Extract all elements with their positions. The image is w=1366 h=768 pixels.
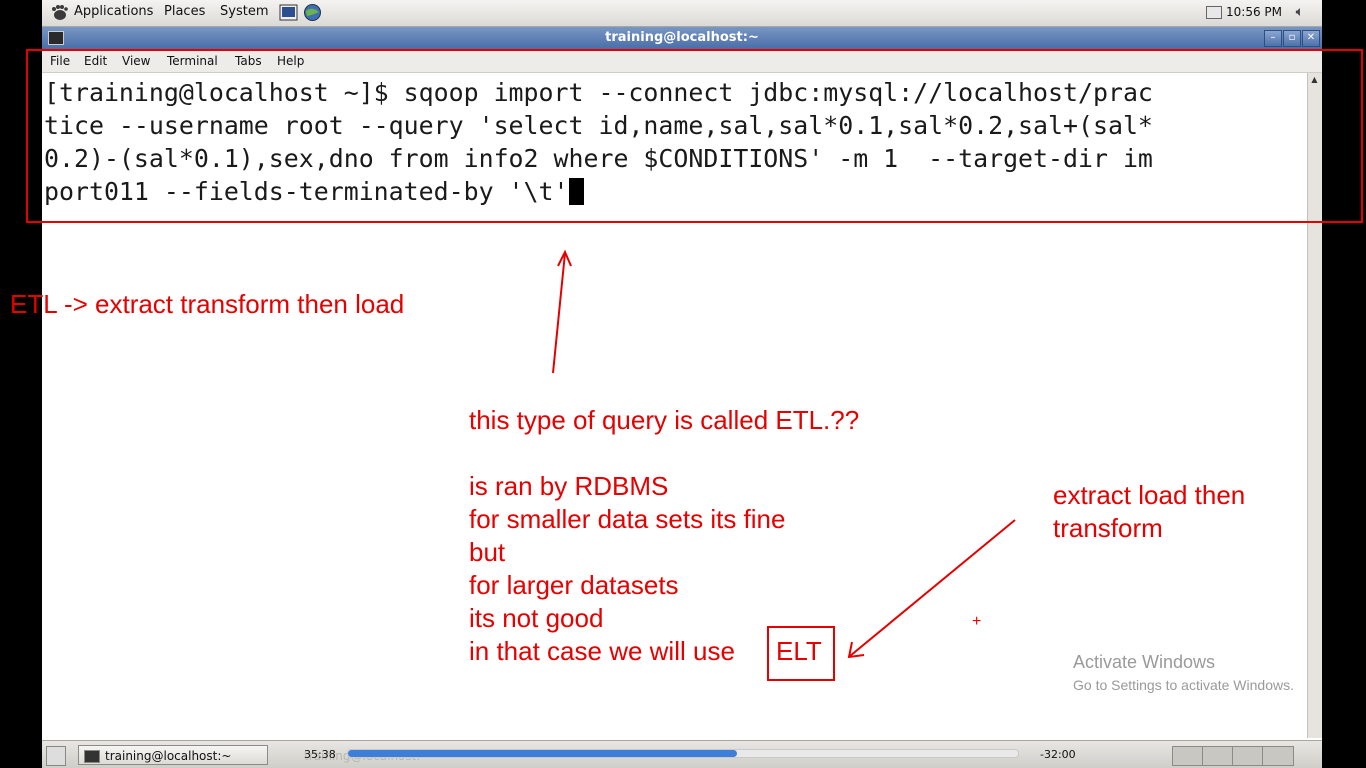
taskbar-item-label: training@localhost:~ xyxy=(105,749,232,763)
taskbar-item-terminal[interactable]: training@localhost:~ xyxy=(78,745,268,765)
volume-icon[interactable]: 🔈︎ xyxy=(1296,4,1304,20)
minimize-button[interactable]: – xyxy=(1264,30,1282,47)
browser-launcher-icon[interactable] xyxy=(303,3,322,22)
plus-mark: + xyxy=(972,613,982,630)
menu-applications[interactable]: Applications xyxy=(74,4,153,19)
etl-question-note: this type of query is called ETL.?? xyxy=(469,405,860,435)
window-title: training@localhost:~ xyxy=(605,30,759,45)
workspace-3[interactable] xyxy=(1232,746,1264,766)
elt-label: ELT xyxy=(776,636,822,666)
maximize-button[interactable]: ▫ xyxy=(1283,30,1301,47)
elt-definition-line: transform xyxy=(1053,513,1163,543)
video-time-elapsed: 35:38 xyxy=(304,748,336,761)
close-button[interactable]: ✕ xyxy=(1302,30,1320,47)
activate-windows-subtitle: Go to Settings to activate Windows. xyxy=(1073,677,1294,693)
show-desktop-icon[interactable] xyxy=(46,746,66,766)
top-panel: Applications Places System 10:56 PM 🔈︎ xyxy=(42,0,1322,27)
annotation-line: for larger datasets xyxy=(469,570,679,600)
video-time-remaining: -32:00 xyxy=(1040,748,1076,761)
mail-notification-icon[interactable] xyxy=(1206,6,1222,19)
etl-definition-note: ETL -> extract transform then load xyxy=(10,289,405,319)
menu-system[interactable]: System xyxy=(220,4,268,19)
gnome-foot-icon[interactable] xyxy=(50,4,68,21)
panel-clock[interactable]: 10:56 PM xyxy=(1226,5,1282,19)
bottom-panel: training@localhost:~ training@localhost:… xyxy=(42,740,1322,768)
menu-places[interactable]: Places xyxy=(164,4,205,19)
command-highlight-box xyxy=(26,49,1363,223)
annotation-line: in that case we will use xyxy=(469,636,735,666)
terminal-launcher-icon[interactable] xyxy=(279,3,298,22)
workspace-1[interactable] xyxy=(1172,746,1204,766)
workspace-2[interactable] xyxy=(1202,746,1234,766)
annotation-line: its not good xyxy=(469,603,604,633)
annotation-line: is ran by RDBMS xyxy=(469,471,669,501)
annotation-line: but xyxy=(469,537,506,567)
elt-definition-line: extract load then xyxy=(1053,480,1246,510)
window-title-bar[interactable]: training@localhost:~ – ▫ ✕ xyxy=(42,27,1322,49)
video-progress-bar[interactable] xyxy=(347,749,1019,758)
workspace-4[interactable] xyxy=(1262,746,1294,766)
terminal-task-icon xyxy=(84,750,100,763)
video-progress-fill xyxy=(348,750,737,757)
activate-windows-title: Activate Windows xyxy=(1073,652,1216,672)
annotation-line: for smaller data sets its fine xyxy=(469,504,786,534)
